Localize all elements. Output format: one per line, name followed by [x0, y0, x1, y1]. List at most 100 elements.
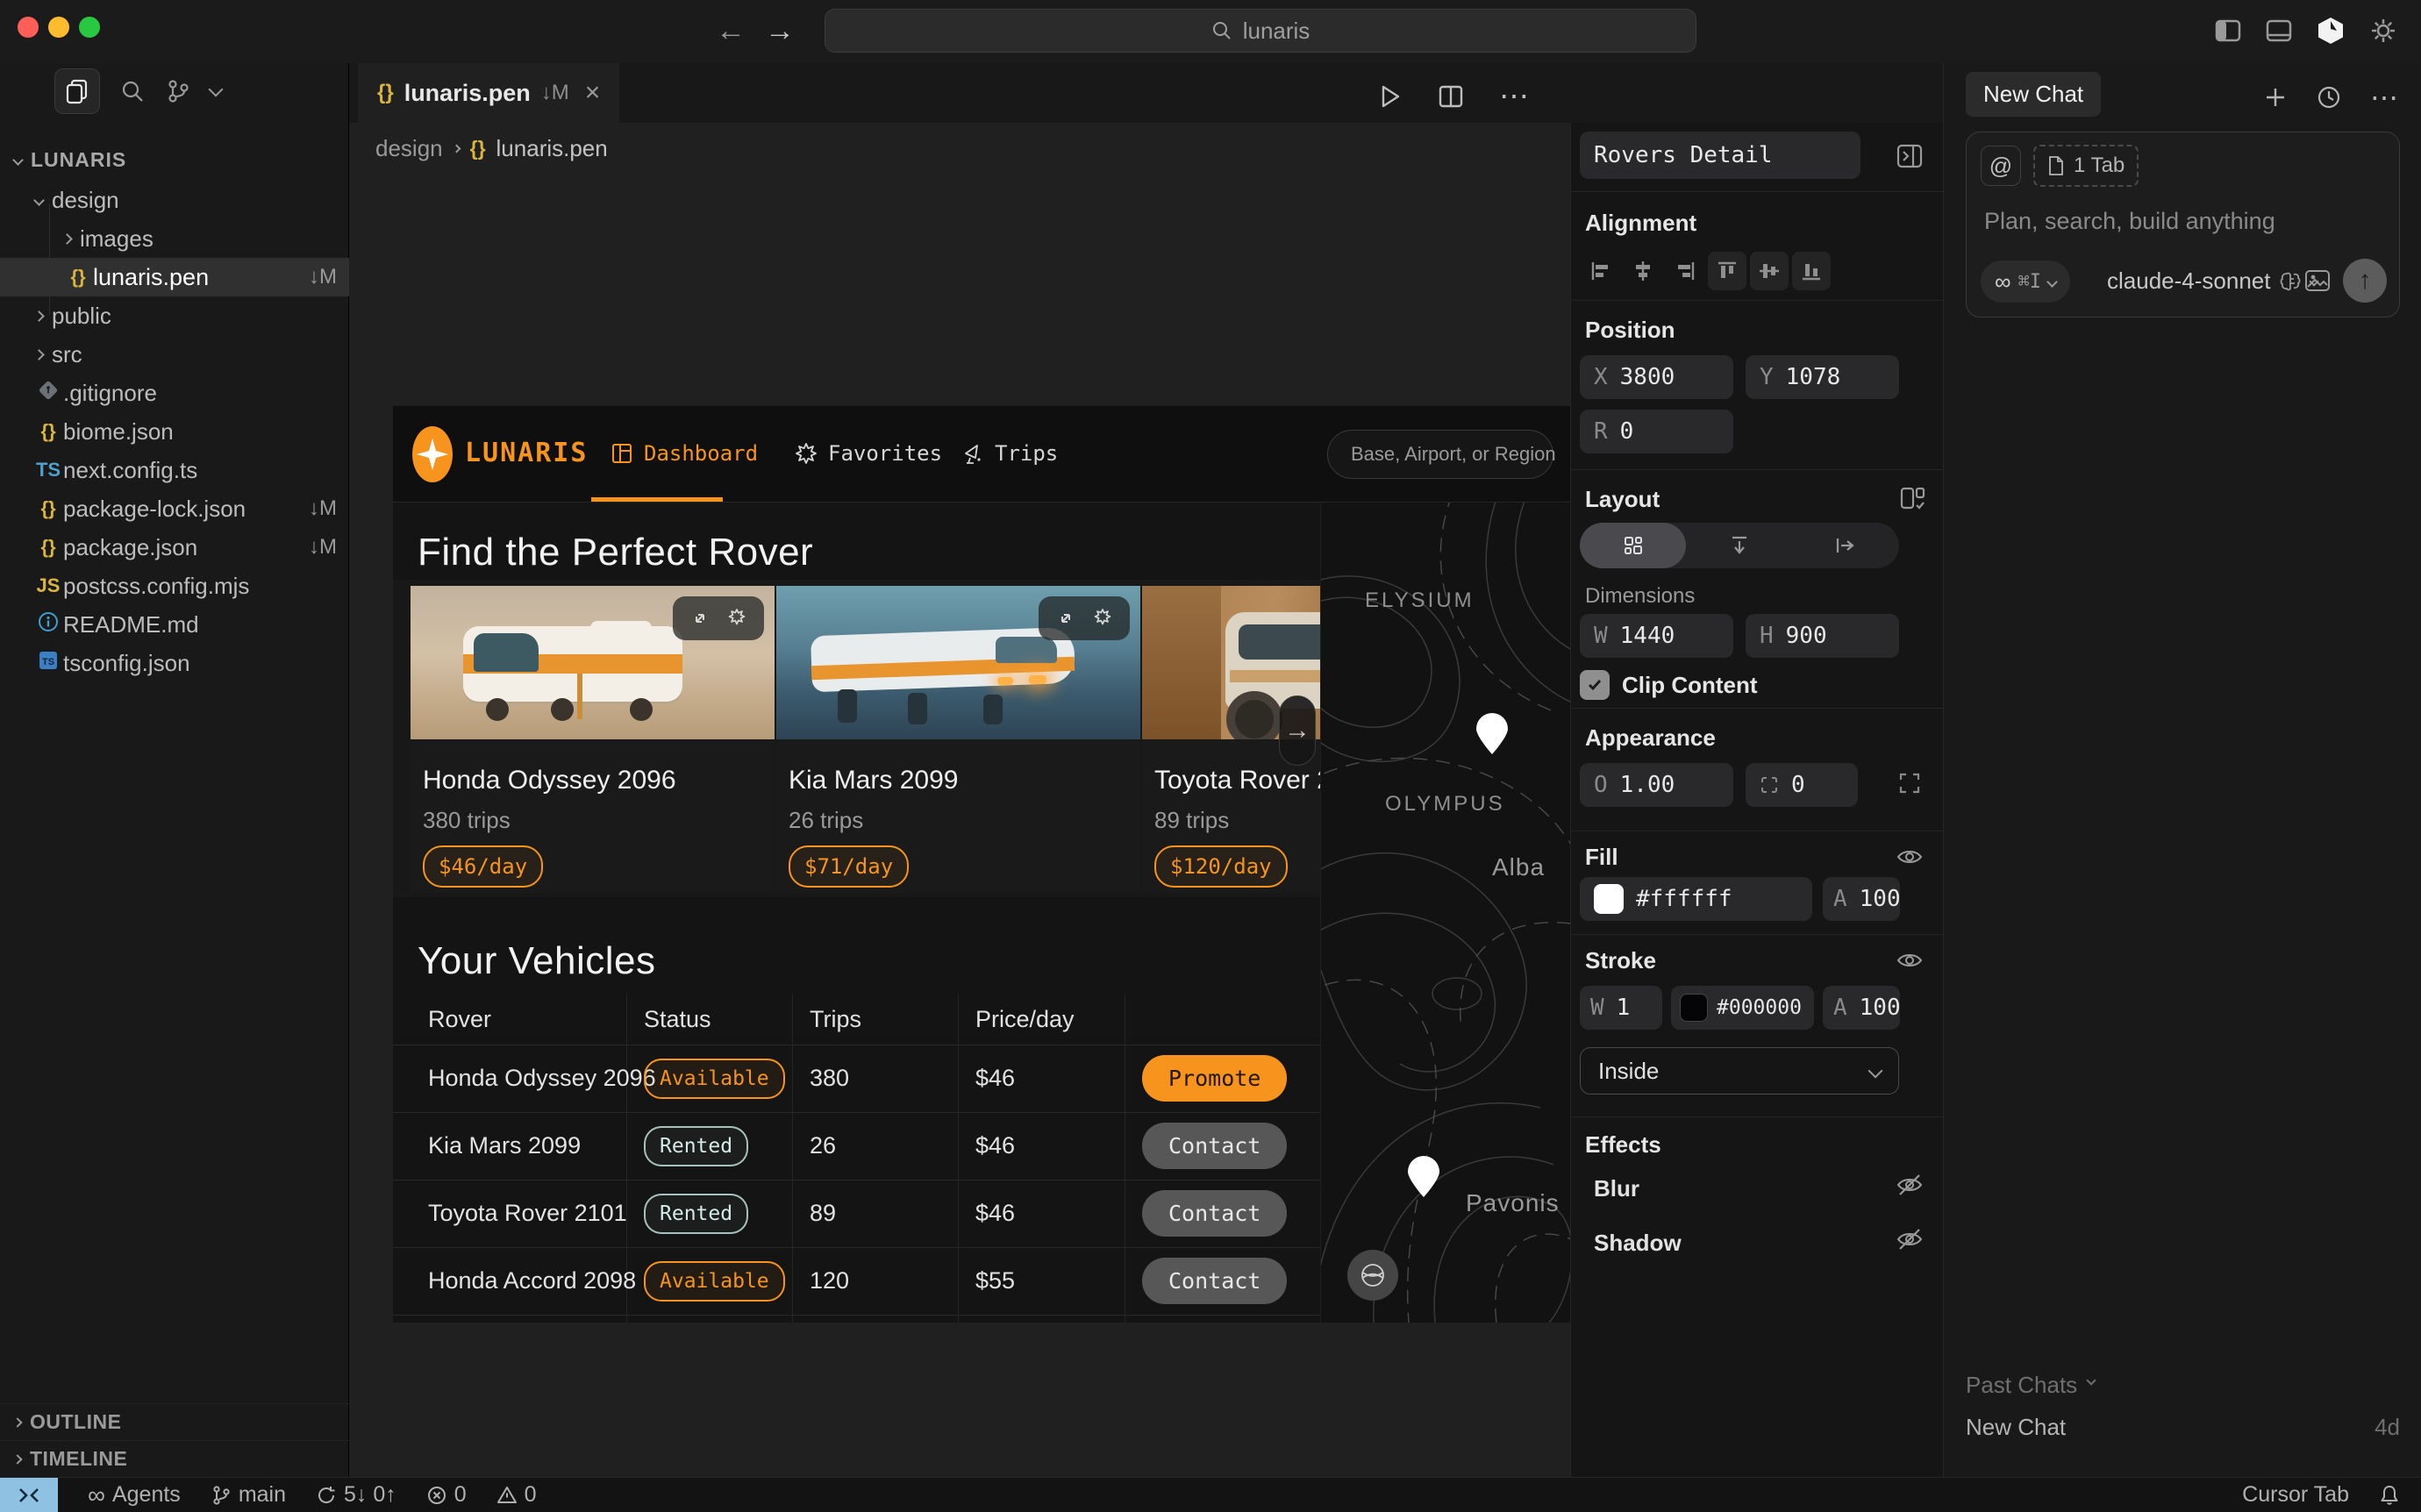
tree-item-gitignore[interactable]: .gitignore	[0, 374, 349, 412]
chat-input-box[interactable]: @ 1 Tab Plan, search, build anything ∞ ⌘…	[1966, 132, 2400, 317]
rover-card-kia-mars[interactable]: Kia Mars 2099 26 trips $71/day	[776, 586, 1140, 893]
agents-status[interactable]: ∞ Agents	[88, 1481, 181, 1509]
collapse-panel-icon[interactable]	[1896, 142, 1924, 170]
tree-item-images[interactable]: images	[0, 219, 349, 258]
tree-item-lunaris-pen[interactable]: {} lunaris.pen ↓M	[0, 258, 349, 296]
map-globe-button[interactable]	[1347, 1250, 1398, 1301]
outline-panel-header[interactable]: OUTLINE	[0, 1403, 349, 1440]
toggle-left-sidebar-icon[interactable]	[2214, 17, 2242, 45]
position-y-field[interactable]: Y1078	[1746, 355, 1899, 399]
stroke-width-field[interactable]: W1	[1580, 986, 1662, 1030]
mode-selector[interactable]: ∞ ⌘I	[1981, 260, 2070, 303]
height-field[interactable]: H900	[1746, 614, 1899, 658]
layout-horizontal-option[interactable]	[1793, 523, 1899, 568]
contact-button[interactable]: Contact	[1142, 1123, 1287, 1169]
gear-star-icon[interactable]	[725, 607, 748, 630]
tree-item-postcss[interactable]: JS postcss.config.mjs	[0, 567, 349, 605]
align-right-icon[interactable]	[1666, 252, 1704, 290]
window-minimize-button[interactable]	[48, 17, 69, 38]
tree-item-next-config[interactable]: TS next.config.ts	[0, 451, 349, 489]
design-nav-favorites[interactable]: Favorites	[795, 441, 942, 466]
chat-more-icon[interactable]: ⋯	[2370, 81, 2400, 114]
layout-grid-option[interactable]	[1580, 523, 1686, 568]
sync-status[interactable]: 5↓ 0↑	[316, 1482, 396, 1508]
global-search-bar[interactable]: lunaris	[825, 9, 1696, 53]
rover-card-honda-odyssey[interactable]: Honda Odyssey 2096 380 trips $46/day	[411, 586, 775, 893]
opacity-field[interactable]: O1.00	[1580, 763, 1733, 807]
warnings-status[interactable]: 0	[496, 1482, 537, 1508]
split-editor-icon[interactable]	[1438, 83, 1464, 110]
eye-icon[interactable]	[1896, 847, 1923, 867]
map-pin-icon[interactable]	[1407, 1156, 1440, 1198]
align-top-icon[interactable]	[1708, 252, 1746, 290]
git-branch-status[interactable]: main	[211, 1482, 286, 1508]
source-control-icon[interactable]	[165, 78, 191, 104]
position-x-field[interactable]: X3800	[1580, 355, 1733, 399]
gear-star-icon[interactable]	[1091, 607, 1114, 630]
contact-button[interactable]: Contact	[1142, 1258, 1287, 1304]
past-chats-header[interactable]: Past Chats	[1966, 1372, 2400, 1399]
promote-button[interactable]: Promote	[1142, 1055, 1287, 1102]
compare-arrows-icon[interactable]	[1054, 607, 1077, 630]
toggle-bottom-panel-icon[interactable]	[2265, 17, 2293, 45]
breadcrumb-folder[interactable]: design	[375, 135, 443, 162]
corner-radius-field[interactable]: 0	[1746, 763, 1858, 807]
tree-item-readme[interactable]: README.md	[0, 605, 349, 644]
align-middle-v-icon[interactable]	[1750, 252, 1789, 290]
design-frame-rovers-detail[interactable]: LUNARIS Dashboard Favorites Trips Base, …	[393, 406, 1570, 1323]
mention-at-button[interactable]: @	[1981, 146, 2021, 186]
chat-title-tab[interactable]: New Chat	[1966, 72, 2101, 117]
past-chat-item[interactable]: New Chat 4d	[1966, 1414, 2400, 1441]
design-map-panel[interactable]: ELYSIUM OLYMPUS Alba Pavonis	[1320, 503, 1570, 1323]
breadcrumb-file[interactable]: lunaris.pen	[496, 135, 608, 162]
back-arrow-icon[interactable]: ←	[716, 14, 746, 48]
attach-image-icon[interactable]	[2304, 269, 2331, 292]
layout-vertical-option[interactable]	[1686, 523, 1792, 568]
tree-item-biome-json[interactable]: {} biome.json	[0, 412, 349, 451]
settings-gear-icon[interactable]	[2368, 16, 2398, 46]
errors-status[interactable]: 0	[426, 1482, 467, 1508]
more-actions-icon[interactable]: ⋯	[1499, 79, 1531, 114]
context-tab-chip[interactable]: 1 Tab	[2033, 145, 2139, 187]
compare-arrows-icon[interactable]	[689, 607, 711, 630]
design-nav-dashboard[interactable]: Dashboard	[611, 441, 758, 466]
tree-item-public[interactable]: public	[0, 296, 349, 335]
align-center-h-icon[interactable]	[1624, 252, 1662, 290]
auto-layout-icon[interactable]	[1898, 484, 1926, 512]
explorer-more-chevron-icon[interactable]	[209, 82, 224, 97]
timeline-panel-header[interactable]: TIMELINE	[0, 1440, 349, 1477]
clip-content-checkbox[interactable]	[1580, 670, 1610, 700]
send-button[interactable]: ↑	[2343, 259, 2387, 303]
stroke-color-field[interactable]: #000000	[1671, 986, 1814, 1030]
contact-button[interactable]: Contact	[1142, 1190, 1287, 1237]
notifications-bell[interactable]	[2379, 1484, 2400, 1507]
run-play-icon[interactable]	[1376, 83, 1403, 110]
new-chat-plus-icon[interactable]	[2263, 85, 2288, 110]
card-overlay-actions[interactable]	[1039, 596, 1130, 640]
design-search-field[interactable]: Base, Airport, or Region	[1327, 430, 1553, 479]
close-tab-icon[interactable]: ×	[585, 78, 601, 108]
layer-name-field[interactable]: Rovers Detail	[1580, 132, 1860, 179]
explorer-files-button[interactable]	[54, 68, 100, 114]
window-zoom-button[interactable]	[79, 17, 100, 38]
carousel-next-button[interactable]: →	[1279, 695, 1316, 766]
stroke-position-dropdown[interactable]: Inside	[1580, 1047, 1899, 1095]
cursor-tab-status[interactable]: Cursor Tab	[2242, 1482, 2349, 1508]
fill-alpha-field[interactable]: A100	[1823, 877, 1900, 921]
rotation-field[interactable]: R0	[1580, 410, 1733, 453]
model-selector[interactable]: claude-4-sonnet	[2107, 267, 2317, 295]
eye-off-icon[interactable]	[1896, 1228, 1923, 1251]
align-left-icon[interactable]	[1582, 252, 1620, 290]
remote-indicator[interactable]	[0, 1478, 58, 1512]
expand-icon[interactable]	[1898, 772, 1921, 795]
fill-color-field[interactable]: #ffffff	[1580, 877, 1812, 921]
align-bottom-icon[interactable]	[1792, 252, 1831, 290]
extension-cube-icon[interactable]	[2316, 16, 2346, 46]
stroke-alpha-field[interactable]: A100	[1823, 986, 1900, 1030]
fill-color-swatch[interactable]	[1594, 884, 1624, 914]
map-pin-icon[interactable]	[1475, 713, 1509, 755]
breadcrumb[interactable]: design {} lunaris.pen	[375, 135, 608, 162]
tree-item-design[interactable]: design	[0, 181, 349, 219]
card-overlay-actions[interactable]	[673, 596, 764, 640]
width-field[interactable]: W1440	[1580, 614, 1733, 658]
